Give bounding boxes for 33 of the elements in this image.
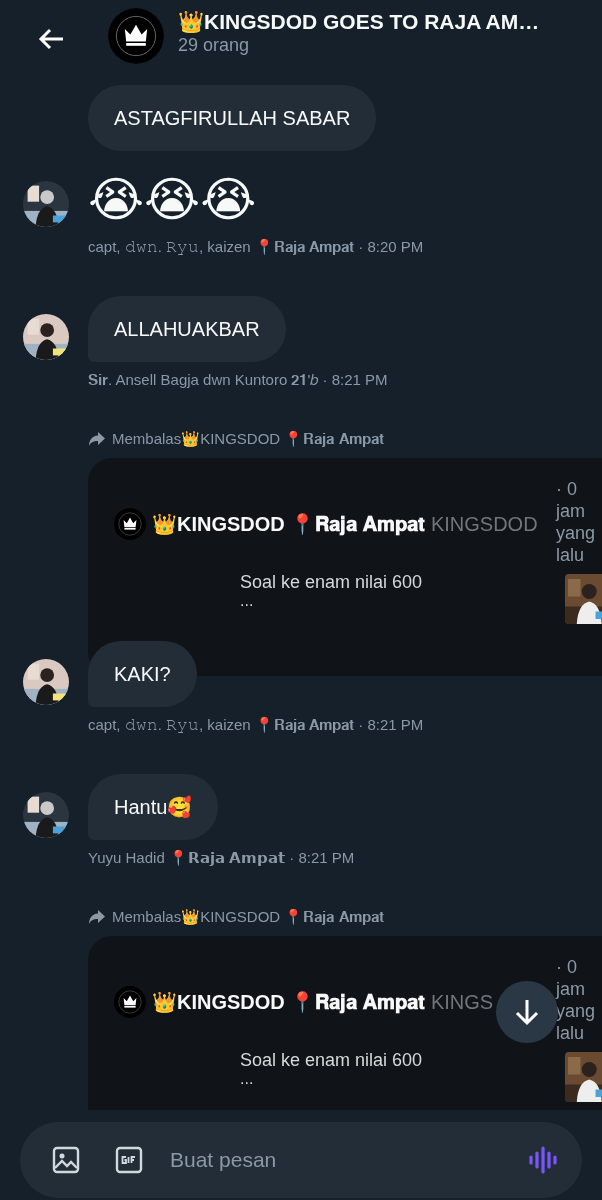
- quoted-message-card[interactable]: 👑KINGSDOD 📍𝐑𝐚𝐣𝐚 𝐀𝐦𝐩𝐚𝐭 KINGS Soal ke enam nilai 600 ... · 0 jam yang lalu: [88, 936, 602, 1110]
- message-bubble: ALLAHUAKBAR: [88, 296, 286, 362]
- quoted-text: Soal ke enam nilai 600: [240, 571, 424, 594]
- logo-icon: [114, 508, 146, 540]
- message-bubble: ASTAGFIRULLAH SABAR: [88, 85, 377, 151]
- quoted-handle: KINGSDOD: [430, 512, 538, 536]
- message-meta: capt, 𝚍𝚠𝚗. 𝚁𝚢𝚞, kaizen 📍𝐑𝐚𝐣𝐚 𝐀𝐦𝐩𝐚𝐭 · 8:21 PM: [88, 716, 425, 734]
- reply-label: Membalas👑KINGSDOD 📍𝐑𝐚𝐣𝐚 𝐀𝐦𝐩𝐚𝐭: [112, 430, 384, 448]
- message-meta: Yuyu Hadid 📍𝗥𝗮𝗷𝗮 𝗔𝗺𝗽𝗮𝘁 · 8:21 PM: [88, 849, 356, 867]
- voice-message-icon[interactable]: [528, 1146, 558, 1174]
- down-arrow-icon: [514, 998, 540, 1026]
- quoted-time: · 0 jam yang lalu: [556, 478, 597, 566]
- quoted-author: 👑KINGSDOD 📍𝐑𝐚𝐣𝐚 𝐀𝐦𝐩𝐚𝐭: [152, 512, 425, 536]
- message-bubble: KAKI?: [88, 641, 197, 707]
- chat-title: 👑KINGSDOD GOES TO RAJA AM…: [178, 10, 540, 34]
- reply-label: Membalas👑KINGSDOD 📍𝐑𝐚𝐣𝐚 𝐀𝐦𝐩𝐚𝐭: [112, 908, 384, 926]
- more-text: ...: [240, 594, 255, 608]
- emoji-message: 😭😭😭: [88, 172, 257, 228]
- quoted-handle: KINGS: [430, 990, 494, 1014]
- message-meta: 𝐒𝐢𝐫. Ansell Bagja dwn Kuntoro 𝟐𝟏'𝑏 · 8:21 PM: [88, 371, 389, 389]
- gif-icon[interactable]: [115, 1146, 143, 1174]
- logo-icon: [114, 986, 146, 1018]
- logo-icon: [108, 8, 164, 64]
- image-icon[interactable]: [52, 1146, 80, 1174]
- reply-arrow-icon: [88, 909, 106, 925]
- message-bubble: Hantu🥰: [88, 774, 219, 840]
- more-text: ...: [240, 1072, 255, 1086]
- quoted-author: 👑KINGSDOD 📍𝐑𝐚𝐣𝐚 𝐀𝐦𝐩𝐚𝐭: [152, 990, 425, 1014]
- reply-arrow-icon: [88, 431, 106, 447]
- quoted-text: Soal ke enam nilai 600: [240, 1049, 424, 1072]
- member-count: 29 orang: [178, 35, 250, 56]
- quoted-time: · 0 jam yang lalu: [556, 956, 597, 1044]
- message-meta: capt, 𝚍𝚠𝚗. 𝚁𝚢𝚞, kaizen 📍𝐑𝐚𝐣𝐚 𝐀𝐦𝐩𝐚𝐭 · 8:20 PM: [88, 238, 425, 256]
